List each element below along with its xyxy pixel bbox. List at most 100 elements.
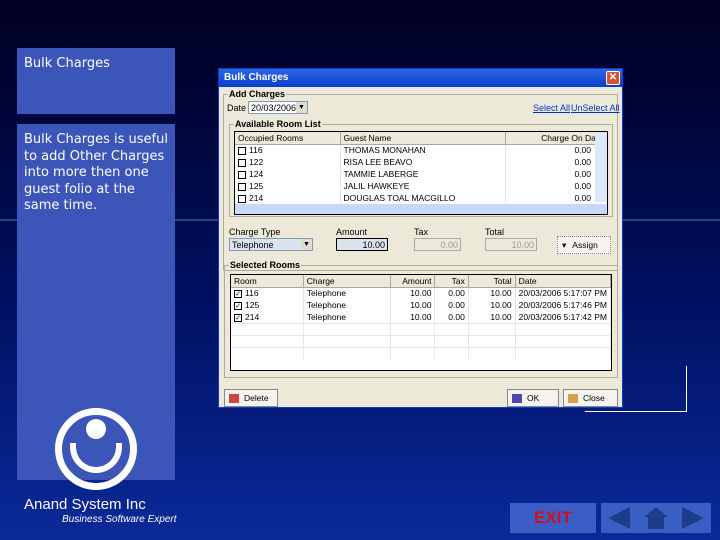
- add-charges-legend: Add Charges: [229, 89, 286, 99]
- charge-name: Telephone: [303, 311, 392, 323]
- total: 10.00: [468, 299, 516, 311]
- check-icon: [512, 394, 522, 404]
- empty-row: [231, 335, 612, 347]
- room-checkbox-checked[interactable]: ✓: [234, 313, 242, 322]
- room-number: 214: [245, 311, 260, 322]
- slide-title: Bulk Charges: [17, 48, 175, 114]
- room-list-legend: Available Room List: [235, 119, 321, 129]
- amount-label: Amount: [336, 227, 368, 237]
- table-row[interactable]: 214 DOUGLAS TOAL MACGILLO 0.00: [235, 192, 607, 204]
- unselect-all-link[interactable]: UnSelect All: [571, 103, 620, 113]
- tax-input[interactable]: 0.00: [414, 238, 461, 251]
- table-row[interactable]: 125 JALIL HAWKEYE 0.00: [235, 180, 607, 192]
- total-input[interactable]: 10.00: [485, 238, 537, 251]
- company-name: Anand System Inc: [24, 496, 146, 513]
- company-tagline: Business Software Expert: [62, 514, 177, 525]
- total-label: Total: [485, 227, 505, 237]
- delete-button[interactable]: Delete: [224, 389, 278, 407]
- delete-icon: [229, 394, 239, 404]
- room-checkbox[interactable]: [238, 158, 246, 167]
- chevron-down-icon[interactable]: ▼: [296, 102, 307, 113]
- room-checkbox[interactable]: [238, 170, 246, 179]
- ok-label: OK: [527, 393, 540, 403]
- delete-label: Delete: [244, 393, 269, 403]
- room-list-grid: Occupied Rooms Guest Name Charge On Date 1…: [234, 131, 608, 215]
- charge-on-date: 0.00: [505, 180, 607, 192]
- total: 10.00: [468, 287, 516, 299]
- decor-line: [686, 366, 687, 412]
- room-number: 214: [249, 193, 264, 203]
- column-header[interactable]: Tax: [434, 275, 469, 288]
- room-number: 122: [249, 157, 264, 167]
- table-row[interactable]: 122 RISA LEE BEAVO 0.00: [235, 156, 607, 168]
- charge-type-value: Telephone: [232, 240, 274, 250]
- assign-label: Assign: [572, 240, 598, 250]
- table-row[interactable]: 124 TAMMIE LABERGE 0.00: [235, 168, 607, 180]
- tax: 0.00: [434, 299, 469, 311]
- date-picker[interactable]: 20/03/2006 ▼: [248, 101, 308, 114]
- assign-icon: ▾: [562, 240, 567, 250]
- charge-name: Telephone: [303, 299, 392, 311]
- window-title: Bulk Charges: [224, 72, 289, 83]
- select-all-link[interactable]: Select All: [533, 103, 570, 113]
- charge-name: Telephone: [303, 287, 392, 299]
- date: 20/03/2006 5:17:42 PM: [515, 311, 612, 323]
- room-number: 116: [249, 145, 263, 156]
- horizontal-scrollbar[interactable]: [235, 204, 607, 214]
- column-header[interactable]: Charge On Date: [505, 132, 607, 145]
- table-row[interactable]: ✓ 214 Telephone 10.00 0.00 10.00 20/03/2006 5:…: [231, 311, 612, 323]
- selected-rooms-grid: Room Charge Amount Tax Total Date ✓ 116 Telepho…: [230, 274, 612, 371]
- home-icon[interactable]: [644, 507, 668, 529]
- amount: 10.00: [390, 299, 436, 311]
- column-header[interactable]: Total: [468, 275, 516, 288]
- amount: 10.00: [390, 311, 436, 323]
- vertical-scrollbar[interactable]: [595, 132, 607, 202]
- table-row[interactable]: ✓ 116 Telephone 10.00 0.00 10.00 20/03/2006 5:…: [231, 287, 612, 299]
- tax: 0.00: [434, 287, 469, 299]
- column-header[interactable]: Occupied Rooms: [235, 132, 341, 145]
- amount: 10.00: [390, 287, 436, 299]
- exit-button[interactable]: EXIT: [510, 503, 596, 533]
- room-number: 116: [245, 288, 259, 299]
- charge-on-date: 0.00: [505, 192, 607, 204]
- chevron-down-icon[interactable]: ▼: [301, 239, 312, 250]
- slide-navigation: [601, 503, 711, 533]
- close-icon[interactable]: ✕: [606, 71, 620, 85]
- charge-type-select[interactable]: Telephone ▼: [229, 238, 313, 251]
- room-checkbox-checked[interactable]: ✓: [234, 301, 242, 310]
- table-row[interactable]: 116 THOMAS MONAHAN 0.00: [235, 144, 607, 156]
- guest-name: THOMAS MONAHAN: [340, 144, 506, 156]
- bulk-charges-window: Bulk Charges ✕ Add Charges Date 20/03/20…: [218, 68, 623, 408]
- date-value: 20/03/2006: [251, 103, 297, 113]
- column-header[interactable]: Amount: [390, 275, 436, 288]
- date: 20/03/2006 5:17:07 PM: [515, 287, 612, 299]
- date-label: Date: [227, 103, 247, 113]
- decor-line: [585, 411, 687, 412]
- column-header[interactable]: Charge: [303, 275, 392, 288]
- company-logo-icon: [55, 408, 137, 490]
- previous-arrow-icon[interactable]: [608, 507, 630, 529]
- table-row[interactable]: ✓ 125 Telephone 10.00 0.00 10.00 20/03/2006 5:…: [231, 299, 612, 311]
- total: 10.00: [468, 311, 516, 323]
- charge-on-date: 0.00: [505, 156, 607, 168]
- ok-button[interactable]: OK: [507, 389, 559, 407]
- next-arrow-icon[interactable]: [682, 507, 704, 529]
- column-header[interactable]: Date: [515, 275, 612, 288]
- guest-name: JALIL HAWKEYE: [340, 180, 506, 192]
- amount-input[interactable]: 10.00: [336, 238, 388, 251]
- exit-door-icon: [568, 394, 578, 404]
- close-button[interactable]: Close: [563, 389, 618, 407]
- column-header[interactable]: Room: [231, 275, 304, 288]
- room-checkbox[interactable]: [238, 194, 246, 203]
- room-checkbox[interactable]: [238, 182, 246, 191]
- empty-row: [231, 323, 612, 335]
- room-number: 125: [249, 181, 264, 191]
- assign-button[interactable]: ▾ Assign: [557, 236, 611, 254]
- room-checkbox-checked[interactable]: ✓: [234, 290, 242, 298]
- empty-row: [231, 347, 612, 359]
- tax: 0.00: [434, 311, 469, 323]
- guest-name: DOUGLAS TOAL MACGILLO: [340, 192, 506, 204]
- room-checkbox[interactable]: [238, 147, 246, 155]
- close-label: Close: [583, 393, 605, 403]
- column-header[interactable]: Guest Name: [340, 132, 506, 145]
